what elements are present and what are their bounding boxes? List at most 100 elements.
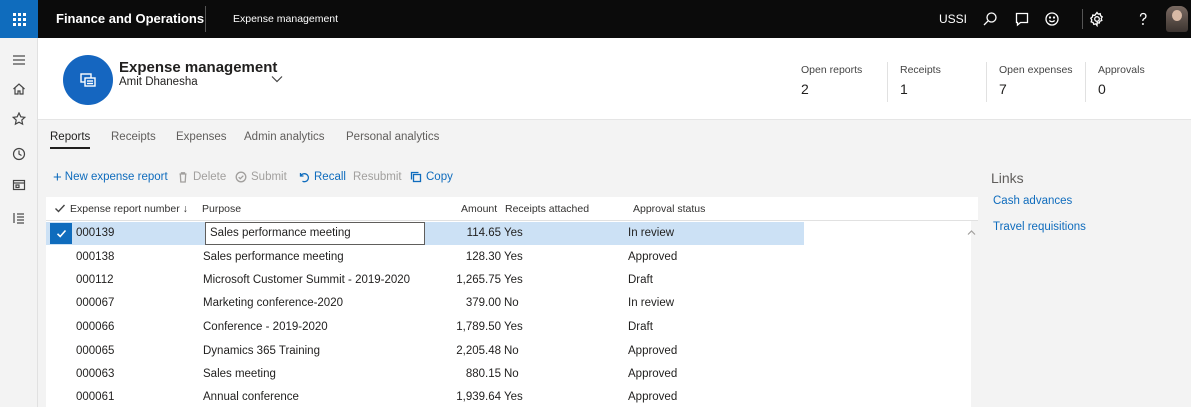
recall-button[interactable]: Recall: [298, 171, 346, 183]
list-icon[interactable]: [9, 208, 29, 228]
resubmit-button[interactable]: Resubmit: [353, 171, 402, 183]
module-breadcrumb[interactable]: Expense management: [233, 13, 338, 25]
column-header-purpose[interactable]: Purpose: [202, 203, 241, 215]
cell-receipts: Yes: [504, 274, 523, 286]
column-header-amount[interactable]: Amount: [461, 203, 497, 215]
tab-reports[interactable]: Reports: [50, 131, 91, 149]
cell-receipts: No: [504, 297, 519, 309]
avatar[interactable]: [1166, 6, 1188, 32]
waffle-icon: [12, 12, 26, 26]
tab-admin-analytics[interactable]: Admin analytics: [244, 131, 325, 143]
column-header-status[interactable]: Approval status: [633, 203, 705, 215]
check-circle-icon: [235, 171, 247, 183]
cell-receipts: Yes: [504, 321, 523, 333]
tile-label: Open expenses: [999, 64, 1073, 76]
column-header-receipts[interactable]: Receipts attached: [505, 203, 589, 215]
table-row[interactable]: 000061 Annual conference 1,939.64 Yes Ap…: [46, 386, 804, 407]
cell-purpose: Microsoft Customer Summit - 2019-2020: [203, 274, 411, 286]
cell-number[interactable]: 000112: [76, 274, 114, 286]
star-icon[interactable]: [9, 109, 29, 129]
tab-personal-analytics[interactable]: Personal analytics: [346, 131, 439, 143]
cell-amount: 2,205.48: [456, 345, 501, 357]
cell-number[interactable]: 000063: [76, 368, 114, 380]
cell-status: Approved: [628, 345, 678, 357]
cell-amount: 114.65: [466, 227, 501, 239]
table-row[interactable]: 000066 Conference - 2019-2020 1,789.50 Y…: [46, 316, 804, 339]
cell-purpose: Conference - 2019-2020: [203, 321, 328, 333]
grid-header: Expense report number ↓ Purpose Amount R…: [46, 197, 978, 221]
table-row[interactable]: 000112 Microsoft Customer Summit - 2019-…: [46, 269, 804, 292]
message-icon[interactable]: [1010, 7, 1034, 31]
link-travel-requisitions[interactable]: Travel requisitions: [993, 221, 1086, 233]
cell-status: Draft: [628, 274, 653, 286]
tile-open-reports[interactable]: Open reports 2: [801, 64, 862, 97]
column-header-number[interactable]: Expense report number ↓: [70, 203, 188, 215]
workspace-header: Expense management Amit Dhanesha Open re…: [38, 38, 1191, 120]
recent-clock-icon[interactable]: [9, 144, 29, 164]
vertical-scrollbar[interactable]: [971, 221, 978, 407]
delete-label: Delete: [193, 171, 227, 183]
tab-receipts[interactable]: Receipts: [111, 131, 156, 143]
copy-label: Copy: [426, 171, 453, 183]
cell-status: Approved: [628, 391, 678, 403]
workspaces-icon[interactable]: [9, 175, 29, 195]
trash-icon: [177, 171, 189, 183]
feedback-smiley-icon[interactable]: [1040, 7, 1064, 31]
recall-label: Recall: [314, 171, 346, 183]
app-title[interactable]: Finance and Operations: [56, 11, 204, 26]
tile-value: 2: [801, 81, 809, 97]
table-row[interactable]: 000063 Sales meeting 880.15 No Approved: [46, 363, 804, 386]
cell-amount: 128.30: [465, 251, 501, 263]
cell-amount: 1,789.50: [456, 321, 501, 333]
table-row[interactable]: 000067 Marketing conference-2020 379.00 …: [46, 292, 804, 315]
company-picker[interactable]: USSI: [939, 12, 967, 26]
copy-button[interactable]: Copy: [410, 171, 453, 183]
delete-button[interactable]: Delete: [177, 171, 226, 183]
cell-purpose: Dynamics 365 Training: [203, 345, 320, 357]
help-icon[interactable]: [1131, 7, 1155, 31]
cell-purpose: Sales meeting: [203, 368, 276, 380]
cell-purpose: Marketing conference-2020: [203, 297, 343, 309]
row-selected-check-icon[interactable]: [50, 223, 72, 244]
app-launcher-button[interactable]: [0, 0, 38, 38]
cell-status: Approved: [628, 251, 678, 263]
undo-icon: [298, 171, 310, 183]
expense-reports-grid: Expense report number ↓ Purpose Amount R…: [46, 197, 978, 407]
tile-open-expenses[interactable]: Open expenses 7: [999, 64, 1073, 97]
cell-number[interactable]: 000066: [76, 321, 114, 333]
cell-receipts: No: [504, 368, 519, 380]
new-expense-report-label: New expense report: [64, 171, 168, 183]
submit-label: Submit: [251, 171, 287, 183]
submit-button[interactable]: Submit: [235, 171, 287, 183]
chevron-up-icon[interactable]: [967, 227, 977, 237]
cell-purpose: Sales performance meeting: [203, 251, 344, 263]
tile-receipts[interactable]: Receipts 1: [900, 64, 941, 97]
cell-number[interactable]: 000061: [76, 391, 114, 403]
home-icon[interactable]: [9, 79, 29, 99]
select-all-check-icon[interactable]: [54, 202, 66, 214]
table-row[interactable]: 000139 Sales performance meeting 114.65 …: [46, 222, 804, 245]
tab-expenses[interactable]: Expenses: [176, 131, 227, 143]
copy-icon: [410, 171, 422, 183]
new-expense-report-button[interactable]: + New expense report: [53, 170, 168, 185]
cell-number[interactable]: 000139: [76, 227, 114, 239]
cell-status: Approved: [628, 368, 678, 380]
table-row[interactable]: 000065 Dynamics 365 Training 2,205.48 No…: [46, 340, 804, 363]
table-row[interactable]: 000138 Sales performance meeting 128.30 …: [46, 246, 804, 269]
cell-number[interactable]: 000138: [76, 251, 114, 263]
tile-approvals[interactable]: Approvals 0: [1098, 64, 1145, 97]
cell-receipts: Yes: [504, 251, 523, 263]
cell-number[interactable]: 000067: [76, 297, 114, 309]
chevron-down-icon[interactable]: [271, 74, 285, 84]
top-bar: Finance and Operations Expense managemen…: [0, 0, 1191, 38]
page-title: Expense management: [119, 59, 278, 76]
left-navigation: [0, 38, 38, 407]
search-icon[interactable]: [978, 7, 1002, 31]
main-panel: Reports Receipts Expenses Admin analytic…: [38, 120, 1191, 407]
user-name: Amit Dhanesha: [119, 76, 198, 88]
cell-purpose: Annual conference: [203, 391, 299, 403]
cell-number[interactable]: 000065: [76, 345, 114, 357]
settings-gear-icon[interactable]: [1085, 7, 1109, 31]
menu-icon[interactable]: [9, 50, 29, 70]
link-cash-advances[interactable]: Cash advances: [993, 195, 1072, 207]
